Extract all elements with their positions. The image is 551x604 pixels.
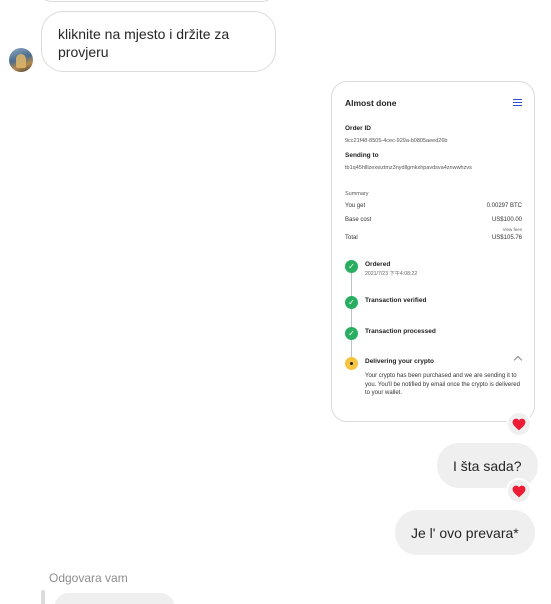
you-get-value: 0.00297 BTC — [486, 203, 522, 209]
order-id-value: 9cc21f48-8505-4cec-929a-b0805aeed26b — [345, 138, 448, 144]
pending-dot-icon — [345, 357, 358, 370]
step-processed-title: Transaction processed — [365, 328, 436, 335]
you-get-row: You get 0.00297 BTC — [345, 203, 522, 209]
avatar-figure — [16, 54, 26, 68]
shared-screenshot-image[interactable]: Almost done Order ID 9cc21f48-8505-4cec-… — [331, 81, 535, 422]
receipt-title: Almost done — [345, 98, 397, 108]
replied-message-bubble[interactable] — [54, 593, 175, 604]
step-ordered-time: 2021/7/23 下午4:08:22 — [365, 271, 418, 277]
step-delivering-description: Your crypto has been purchased and we ar… — [365, 373, 520, 396]
reply-label: Odgovara vam — [49, 571, 128, 585]
view-fees-link: View fees — [502, 227, 522, 232]
incoming-message-text: kliknite na mjesto i držite za provjeru — [58, 26, 230, 60]
outgoing-message-text: I šta sada? — [453, 457, 522, 474]
check-circle-icon: ✓ — [345, 296, 358, 309]
base-cost-row: Base cost US$100.00 — [345, 217, 522, 223]
step-delivering-title: Delivering your crypto — [365, 358, 434, 365]
heart-reaction[interactable] — [506, 411, 532, 437]
hamburger-menu-icon — [513, 99, 522, 107]
heart-icon — [512, 418, 526, 430]
previous-message-bubble[interactable] — [38, 0, 276, 2]
step-verified-title: Transaction verified — [365, 297, 427, 304]
sending-to-label: Sending to — [345, 152, 379, 159]
step-ordered-title: Ordered — [365, 261, 391, 268]
sending-to-address: tb1q45hlllzexwztmz3nydllgmkxhpavdsva4znw… — [345, 165, 472, 171]
check-circle-icon: ✓ — [345, 260, 358, 273]
base-cost-label: Base cost — [345, 217, 372, 223]
base-cost-value: US$100.00 — [491, 217, 522, 223]
timeline-line — [351, 267, 352, 367]
outgoing-message-bubble[interactable]: Je l' ovo prevara* — [395, 510, 535, 555]
summary-label: Summary — [345, 191, 369, 197]
sender-avatar[interactable] — [9, 48, 33, 72]
incoming-message-bubble[interactable]: kliknite na mjesto i držite za provjeru — [41, 11, 276, 72]
outgoing-message-text: Je l' ovo prevara* — [411, 524, 519, 541]
reply-quote-bar — [41, 590, 45, 604]
you-get-label: You get — [345, 203, 366, 209]
heart-reaction[interactable] — [506, 478, 532, 504]
check-circle-icon: ✓ — [345, 327, 358, 340]
total-row: Total US$105.76 — [345, 235, 522, 241]
total-value: US$105.76 — [491, 235, 522, 241]
chevron-up-icon — [513, 355, 523, 365]
heart-icon — [512, 485, 526, 497]
total-label: Total — [345, 235, 358, 241]
order-id-label: Order ID — [345, 125, 372, 132]
